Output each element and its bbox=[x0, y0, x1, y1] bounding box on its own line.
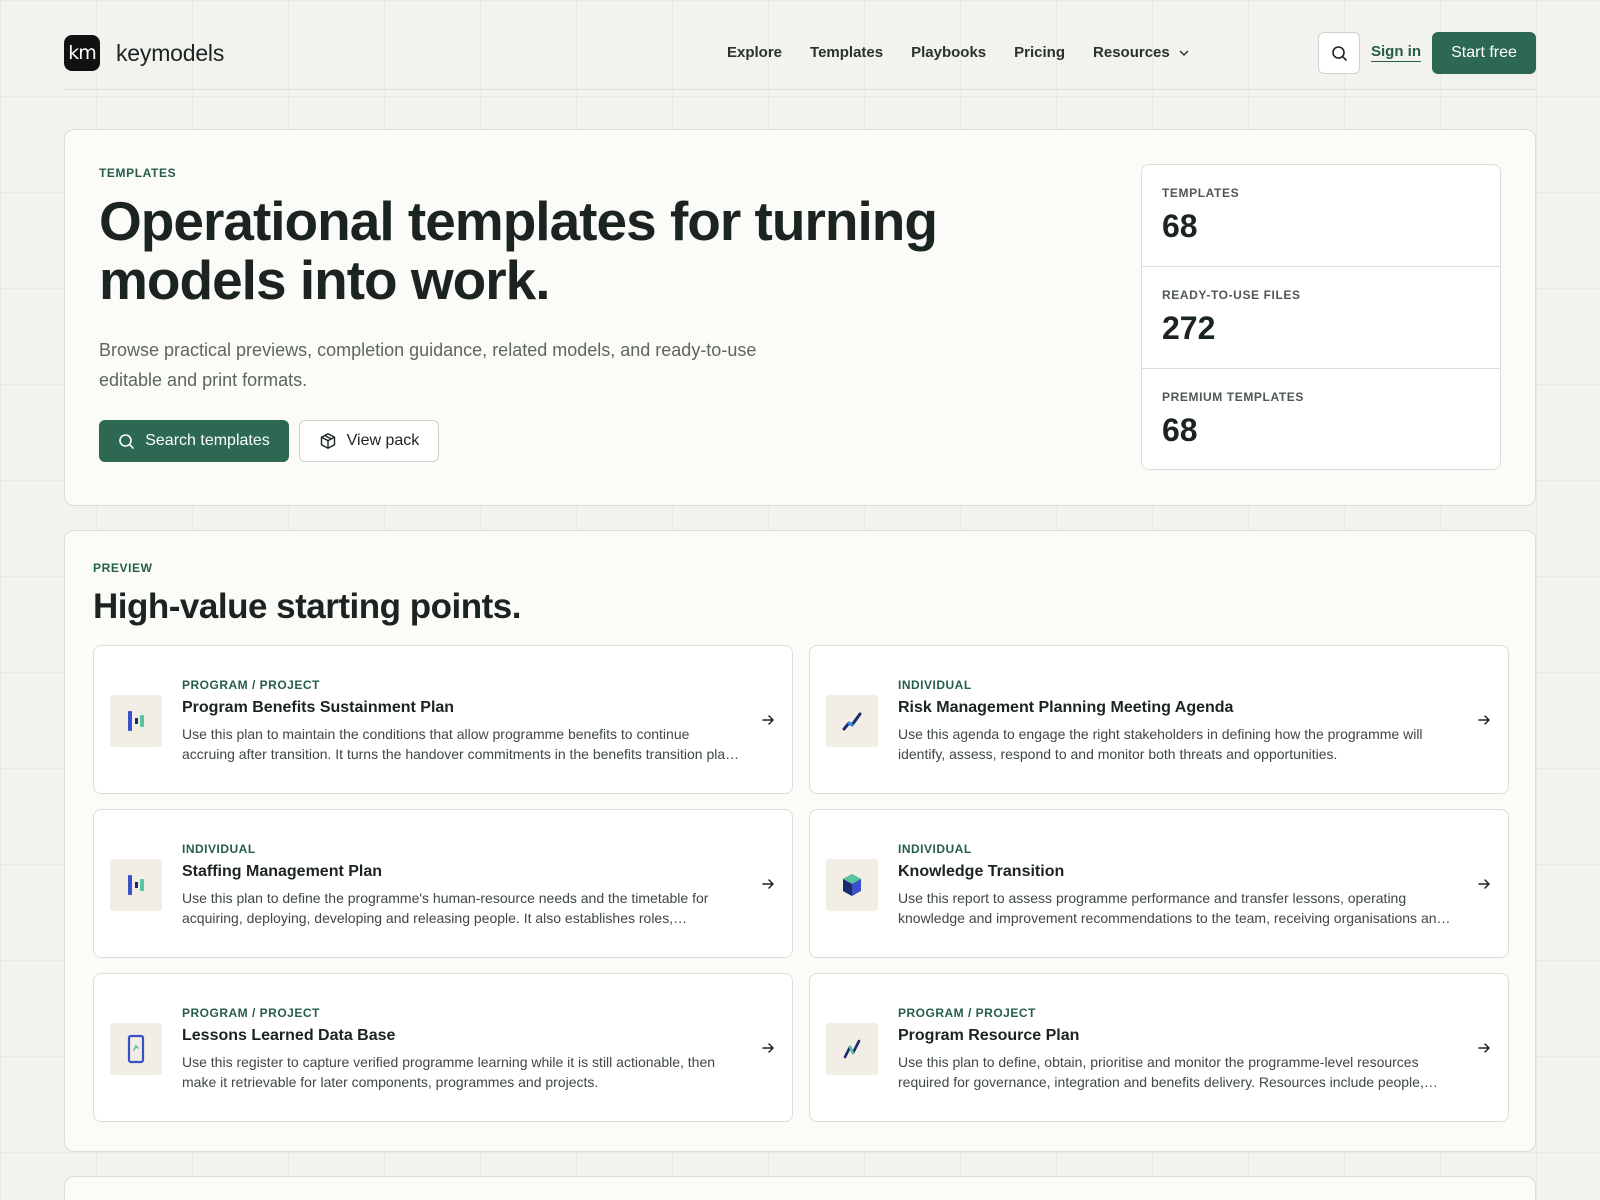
template-description: Use this plan to define, obtain, priorit… bbox=[898, 1054, 1424, 1090]
package-icon bbox=[320, 433, 335, 449]
next-section-panel bbox=[64, 1176, 1536, 1200]
search-icon bbox=[1331, 45, 1347, 61]
stat-value: 68 bbox=[1162, 208, 1198, 244]
zigzag-icon bbox=[843, 1039, 861, 1059]
template-description: Use this report to assess programme perf… bbox=[898, 890, 1445, 926]
stat-ready-files: READY-TO-USE FILES 272 bbox=[1142, 267, 1500, 369]
stat-label: TEMPLATES bbox=[1162, 186, 1240, 200]
template-description: Use this plan to maintain the conditions… bbox=[182, 726, 733, 762]
view-pack-button[interactable]: View pack bbox=[299, 420, 439, 462]
template-category: PROGRAM / PROJECT bbox=[182, 1006, 320, 1020]
template-title: Lessons Learned Data Base bbox=[182, 1027, 396, 1044]
start-free-button[interactable]: Start free bbox=[1432, 32, 1536, 74]
arrow-right-icon bbox=[1478, 1043, 1490, 1053]
template-title: Program Benefits Sustainment Plan bbox=[182, 699, 455, 716]
hero-panel: TEMPLATES Operational templates for turn… bbox=[64, 129, 1536, 506]
template-category: PROGRAM / PROJECT bbox=[182, 678, 320, 692]
arrow-right-icon bbox=[1478, 715, 1490, 725]
template-thumbnail bbox=[110, 695, 162, 747]
nav-explore[interactable]: Explore bbox=[727, 44, 782, 61]
template-thumbnail bbox=[826, 859, 878, 911]
stats-panel: TEMPLATES 68 READY-TO-USE FILES 272 PREM… bbox=[1141, 164, 1501, 470]
template-card[interactable]: INDIVIDUAL Knowledge Transition Use this… bbox=[809, 809, 1509, 958]
template-card[interactable]: PROGRAM / PROJECT Lessons Learned Data B… bbox=[93, 973, 793, 1122]
template-title: Knowledge Transition bbox=[898, 863, 1065, 880]
preview-title: High-value starting points. bbox=[93, 587, 521, 626]
page-title: Operational templates for turning models… bbox=[99, 190, 938, 311]
search-icon bbox=[119, 433, 135, 449]
template-thumbnail bbox=[110, 1023, 162, 1075]
template-category: PROGRAM / PROJECT bbox=[898, 1006, 1036, 1020]
nav-templates[interactable]: Templates bbox=[810, 44, 883, 61]
template-title: Risk Management Planning Meeting Agenda bbox=[898, 699, 1234, 716]
hero-description: Browse practical previews, completion gu… bbox=[99, 340, 757, 390]
template-card[interactable]: PROGRAM / PROJECT Program Benefits Susta… bbox=[93, 645, 793, 794]
header-search-button[interactable] bbox=[1318, 32, 1360, 74]
nav-resources-label: Resources bbox=[1093, 44, 1170, 61]
preview-panel: PREVIEW High-value starting points. PROG… bbox=[64, 530, 1536, 1152]
view-pack-label: View pack bbox=[346, 432, 420, 449]
chevron-down-icon bbox=[1179, 50, 1188, 56]
logo-mark: km bbox=[64, 35, 100, 71]
template-thumbnail bbox=[110, 859, 162, 911]
nav-pricing[interactable]: Pricing bbox=[1014, 44, 1065, 61]
site-header: km keymodels Explore Templates Playbooks… bbox=[64, 0, 1536, 90]
hero-eyebrow: TEMPLATES bbox=[99, 166, 177, 180]
logo[interactable]: km keymodels bbox=[64, 35, 224, 71]
template-category: INDIVIDUAL bbox=[898, 842, 972, 856]
template-card[interactable]: INDIVIDUAL Staffing Management Plan Use … bbox=[93, 809, 793, 958]
template-description: Use this plan to define the programme's … bbox=[182, 890, 709, 926]
arrow-right-icon bbox=[762, 1043, 774, 1053]
search-templates-label: Search templates bbox=[145, 432, 270, 449]
template-card[interactable]: INDIVIDUAL Risk Management Planning Meet… bbox=[809, 645, 1509, 794]
stat-label: READY-TO-USE FILES bbox=[1162, 288, 1301, 302]
sign-in-link[interactable]: Sign in bbox=[1371, 43, 1421, 62]
template-title: Program Resource Plan bbox=[898, 1027, 1080, 1044]
stat-premium: PREMIUM TEMPLATES 68 bbox=[1142, 369, 1500, 469]
bars-icon bbox=[128, 875, 144, 895]
search-templates-button[interactable]: Search templates bbox=[99, 420, 289, 462]
arrow-right-icon bbox=[762, 715, 774, 725]
template-title: Staffing Management Plan bbox=[182, 863, 383, 880]
template-category: INDIVIDUAL bbox=[182, 842, 256, 856]
trend-line-icon bbox=[842, 712, 862, 731]
stat-label: PREMIUM TEMPLATES bbox=[1162, 390, 1304, 404]
template-card[interactable]: PROGRAM / PROJECT Program Resource Plan … bbox=[809, 973, 1509, 1122]
stat-templates: TEMPLATES 68 bbox=[1142, 165, 1500, 267]
bars-icon bbox=[128, 711, 144, 731]
template-card-grid: PROGRAM / PROJECT Program Benefits Susta… bbox=[93, 645, 1509, 1122]
template-category: INDIVIDUAL bbox=[898, 678, 972, 692]
phone-icon bbox=[127, 1034, 145, 1064]
cube-icon bbox=[843, 874, 861, 896]
nav-playbooks[interactable]: Playbooks bbox=[911, 44, 986, 61]
logo-text: keymodels bbox=[116, 39, 225, 66]
preview-eyebrow: PREVIEW bbox=[93, 561, 153, 575]
template-description: Use this register to capture verified pr… bbox=[182, 1054, 716, 1090]
template-thumbnail bbox=[826, 1023, 878, 1075]
template-thumbnail bbox=[826, 695, 878, 747]
arrow-right-icon bbox=[1478, 879, 1490, 889]
stat-value: 272 bbox=[1162, 310, 1216, 346]
main-nav: Explore Templates Playbooks Pricing Reso… bbox=[727, 44, 1190, 61]
nav-resources[interactable]: Resources bbox=[1093, 44, 1190, 61]
template-description: Use this agenda to engage the right stak… bbox=[898, 726, 1423, 762]
stat-value: 68 bbox=[1162, 412, 1198, 448]
arrow-right-icon bbox=[762, 879, 774, 889]
